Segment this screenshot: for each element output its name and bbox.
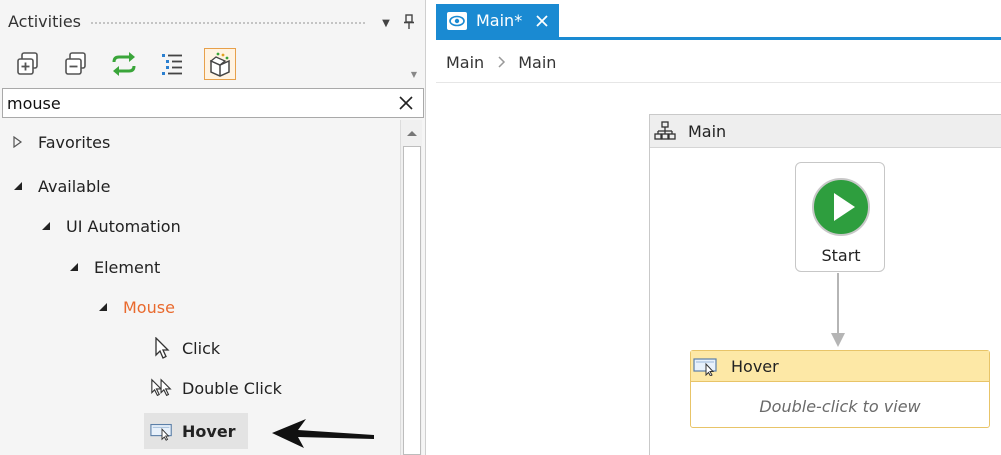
tree-item-double-click[interactable]: Double Click [150,373,282,403]
activity-tree: Favorites Available UI Automation Elemen… [0,120,398,455]
pin-icon[interactable] [402,14,416,30]
tree-item-available[interactable]: Available [12,171,110,201]
tree-item-hover[interactable]: Hover [144,413,248,449]
hover-icon [150,421,174,441]
tree-item-label: Hover [182,421,236,441]
tree-item-click[interactable]: Click [150,333,220,363]
flowchart-container[interactable]: Main Start Hover Double-click to view [649,114,1001,455]
view-options-button[interactable] [156,48,188,80]
tree-item-mouse[interactable]: Mouse [97,292,175,322]
panel-drag-grip[interactable] [90,21,366,26]
workflow-designer: Main* Main Main Main Start Hover Double-… [436,0,1001,455]
scroll-thumb[interactable] [403,146,421,455]
scroll-up-button[interactable] [401,122,423,144]
tree-item-favorites[interactable]: Favorites [12,127,110,157]
flowchart-header[interactable]: Main [650,115,1001,148]
collapsed-arrow-icon[interactable] [12,136,24,148]
collapse-all-icon [65,52,86,75]
refresh-icon [112,52,136,76]
activities-panel-title: Activities [8,12,81,31]
breadcrumb-item[interactable]: Main [446,53,484,72]
tree-item-ui-automation[interactable]: UI Automation [40,211,181,241]
chevron-up-icon [407,131,417,136]
tree-item-label: Favorites [38,132,111,152]
tree-item-label: Click [182,338,221,358]
refresh-button[interactable] [108,48,140,80]
document-tabstrip: Main* [436,0,1001,40]
activity-search-input[interactable] [7,92,387,114]
flowchart-icon [654,121,676,140]
close-icon[interactable] [534,13,550,29]
start-node[interactable]: Start [795,162,885,272]
chevron-right-icon [498,56,506,68]
activities-panel: Activities ▼ ▼ mouse Favorites Available… [0,0,426,455]
tree-scrollbar[interactable] [400,120,422,455]
clear-search-icon[interactable] [397,94,415,112]
tab-main[interactable]: Main* [436,4,559,37]
designer-canvas[interactable]: Main Start Hover Double-click to view [436,84,1001,455]
tree-item-label: Element [94,257,161,277]
annotation-arrow-icon [272,419,374,448]
workflow-eye-icon [447,11,467,30]
expanded-arrow-icon[interactable] [40,220,52,232]
play-icon [812,178,870,236]
expanded-arrow-icon[interactable] [97,301,109,313]
activity-title: Hover [731,356,779,376]
collapse-all-button[interactable] [60,48,92,80]
expand-all-icon [17,52,38,75]
flowchart-title: Main [688,121,727,141]
panel-menu-dropdown-icon[interactable]: ▼ [380,18,392,30]
double-cursor-icon [150,378,174,398]
activities-panel-header: Activities ▼ [0,0,426,44]
activity-search-box [2,88,424,118]
flow-connector-arrow[interactable] [828,273,848,349]
expanded-arrow-icon[interactable] [68,261,80,273]
breadcrumb: Main Main [436,42,1001,83]
expanded-arrow-icon[interactable] [12,180,24,192]
package-icon [209,52,230,77]
breadcrumb-item[interactable]: Main [518,53,556,72]
tree-item-label: UI Automation [66,216,181,236]
start-label: Start [821,246,861,265]
toolbar-overflow-icon[interactable]: ▼ [408,70,420,80]
available-activities-button[interactable] [204,48,236,80]
hover-icon [693,358,717,376]
tree-item-element[interactable]: Element [68,252,160,282]
tree-item-label: Mouse [123,297,175,317]
tree-item-label: Double Click [182,378,282,398]
activity-hint: Double-click to view [759,397,921,416]
expand-all-button[interactable] [12,48,44,80]
cursor-icon [150,337,174,359]
activity-header[interactable]: Hover [691,351,989,382]
hover-activity[interactable]: Hover Double-click to view [690,350,990,428]
tree-item-label: Available [38,176,111,196]
tab-main-label: Main* [476,11,523,30]
list-view-icon [162,54,182,75]
activities-toolbar: ▼ [0,44,426,86]
